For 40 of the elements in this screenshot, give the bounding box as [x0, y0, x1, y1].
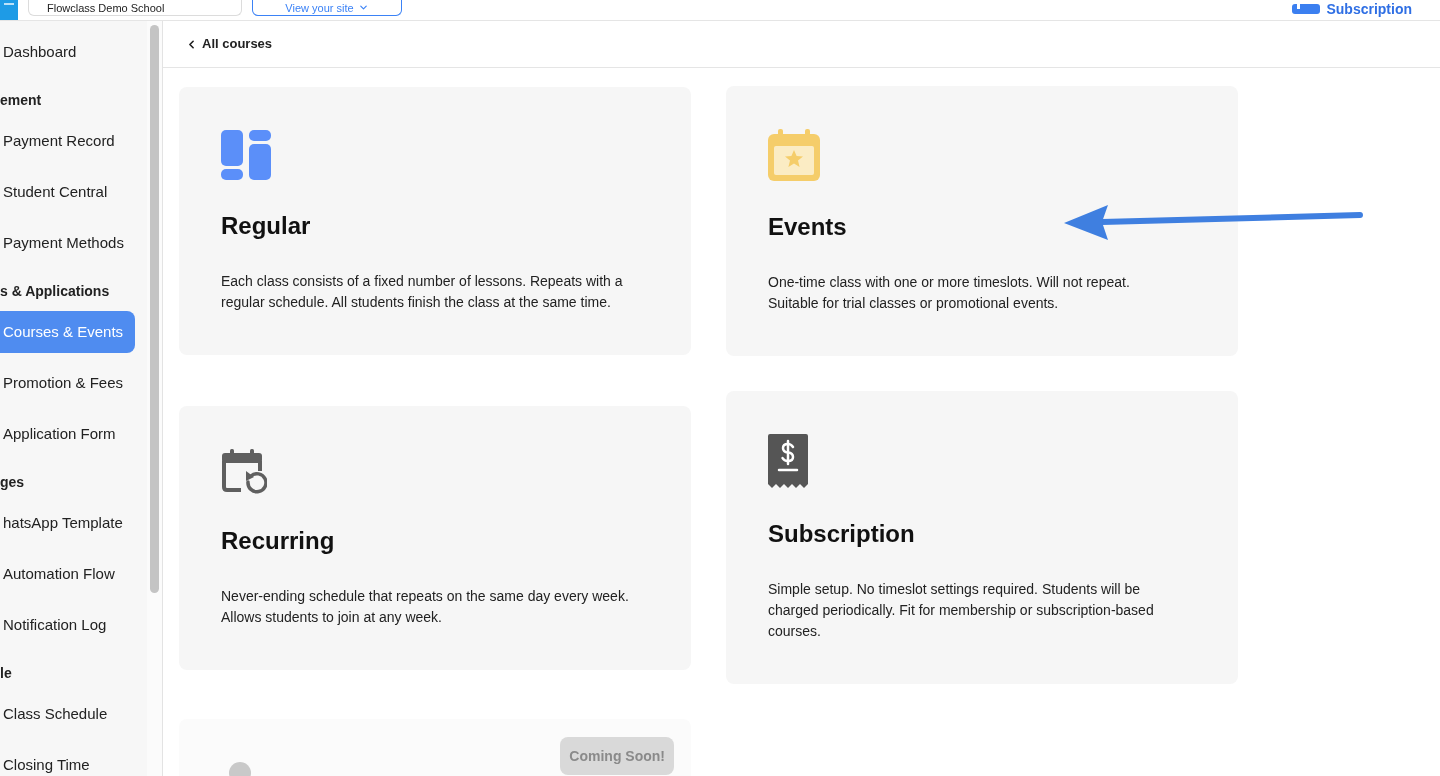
layout-icon: [221, 130, 271, 180]
course-card[interactable]: Recurring Never-ending schedule that repeats on the same day every week. Allows students to join at any week.: [179, 405, 691, 670]
card-description: Simple setup. No timeslot settings required. Students will be charged periodically. Fit for membership or subscription-based courses.: [768, 580, 1155, 641]
card-description: One-time class with one or more timeslots. Will not repeat. Suitable for trial classes or promotional events.: [768, 273, 1131, 313]
sidebar-item[interactable]: Class Schedule: [0, 693, 135, 735]
sidebar-section-title: le: [0, 664, 13, 683]
card-title: Recurring: [221, 525, 336, 556]
sidebar-item[interactable]: hatsApp Template: [0, 502, 135, 544]
course-card[interactable]: Regular Each class consists of a fixed number of lessons. Repeats with a regular schedule. All students finish the class at the same time.: [179, 87, 691, 355]
logo-icon[interactable]: [0, 0, 18, 20]
card-description: Each class consists of a fixed number of lessons. Repeats with a regular schedule. All students finish the class at the same time.: [221, 272, 624, 312]
course-card[interactable]: Events One-time class with one or more timeslots. Will not repeat. Suitable for trial classes or promotional events.: [726, 86, 1238, 356]
school-select-field[interactable]: Flowclass Demo School: [28, 0, 242, 16]
sidebar-section-title: ement: [0, 91, 43, 110]
sidebar-section-title: ges: [0, 473, 26, 492]
back-link[interactable]: All courses: [185, 36, 273, 52]
chevron-down-icon: [357, 2, 369, 13]
sidebar-section-title: s & Applications: [0, 282, 111, 301]
sidebar-item[interactable]: Payment Methods: [0, 222, 135, 264]
receipt-icon: [768, 434, 808, 488]
sidebar-item[interactable]: Promotion & Fees: [0, 362, 135, 404]
card-description: Never-ending schedule that repeats on the same day every week. Allows students to join at any week.: [221, 586, 630, 627]
sidebar-item[interactable]: Dashboard: [0, 31, 135, 73]
sidebar-item[interactable]: Automation Flow: [0, 553, 135, 595]
view-site-button[interactable]: View your site: [252, 0, 402, 16]
sidebar-item[interactable]: Closing Time: [0, 744, 135, 776]
subscription-link[interactable]: Subscription: [1292, 0, 1412, 18]
card-title: Regular: [221, 211, 312, 241]
sidebar-item[interactable]: Notification Log: [0, 604, 135, 646]
coming-soon-badge: Coming Soon!: [560, 737, 674, 775]
sidebar-item[interactable]: Application Form: [0, 413, 135, 455]
card-title: Events: [768, 212, 848, 242]
sidebar-item[interactable]: Payment Record: [0, 120, 135, 162]
tile-icon: [1292, 4, 1321, 14]
sidebar-item[interactable]: Student Central: [0, 171, 135, 213]
scrollbar-thumb[interactable]: [150, 25, 159, 593]
calendar-repeat-icon: [221, 448, 267, 495]
card-title: Subscription: [768, 519, 916, 549]
course-card[interactable]: Subscription Simple setup. No timeslot settings required. Students will be charged periodically. Fit for membership or subscription-based courses.: [726, 391, 1238, 684]
calendar-star-icon: [768, 129, 820, 181]
